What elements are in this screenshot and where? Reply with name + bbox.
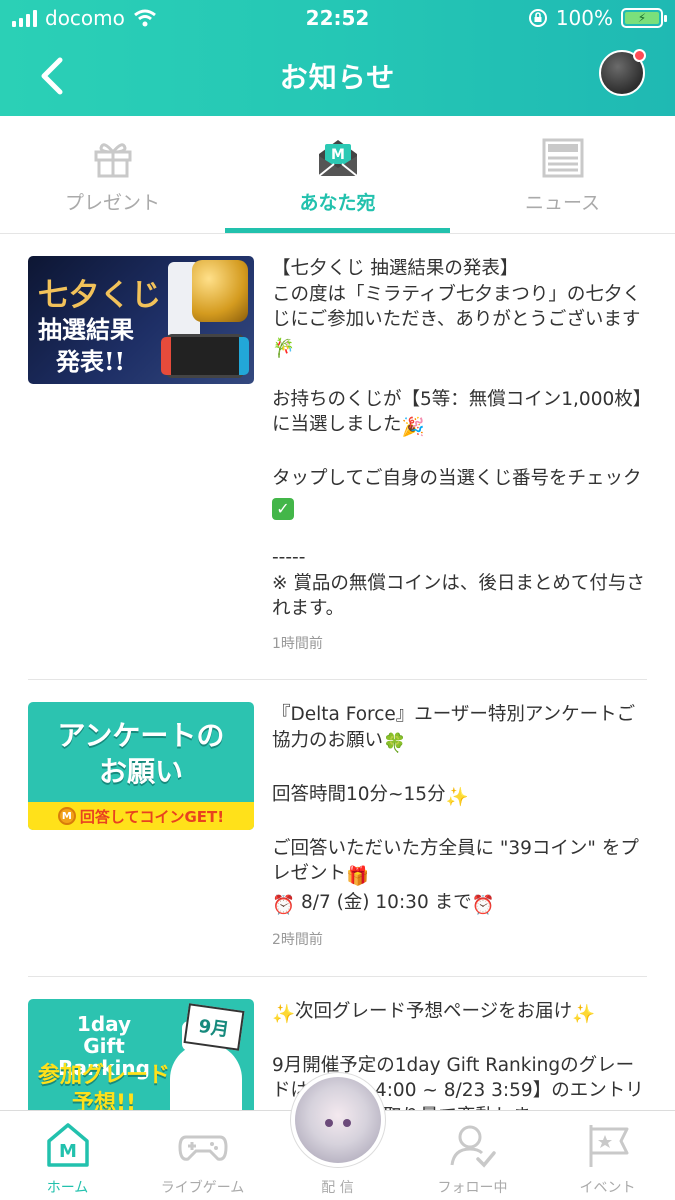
bottom-tab-following[interactable]: フォロー中 — [405, 1111, 540, 1200]
battery-percent: 100% — [555, 6, 613, 30]
banner-line2: 抽選結果 — [38, 315, 134, 344]
bottom-tab-label: 配 信 — [321, 1180, 354, 1196]
tab-news[interactable]: ニュース — [450, 116, 675, 233]
home-icon: M — [46, 1123, 89, 1167]
battery-icon: ⚡ — [621, 8, 667, 28]
body-text: ----- ※ 賞品の無償コインは、後日まとめて付与されます。 — [272, 547, 645, 619]
bottom-tab-live-game[interactable]: ライブゲーム — [135, 1111, 270, 1200]
alarm-clock-icon: ⏰ — [272, 894, 296, 916]
svg-text:M: M — [59, 1141, 77, 1162]
svg-text:M: M — [331, 147, 345, 163]
game-console-graphic — [161, 334, 249, 378]
tab-label: あなた宛 — [299, 192, 376, 214]
page-title: お知らせ — [279, 61, 396, 94]
bottom-tab-label: イベント — [579, 1180, 636, 1196]
body-text: 回答時間10分~15分 — [272, 783, 446, 805]
follow-icon — [450, 1125, 496, 1168]
notification-body: 【七夕くじ 抽選結果の発表】 この度は「ミラティブ七夕まつり」の七夕くじにご参加… — [272, 234, 647, 679]
body-text: お持ちのくじが【5等：無償コイン1,000枚】に当選しました — [272, 388, 642, 436]
tanabata-icon: 🎋 — [272, 337, 296, 359]
gift-icon — [94, 143, 131, 178]
bottom-tab-label: フォロー中 — [437, 1180, 508, 1196]
timestamp: 1時間前 — [272, 635, 323, 652]
flag-icon — [589, 1125, 628, 1167]
party-popper-icon: 🎉 — [401, 417, 425, 438]
notice-tabs: プレゼント M あなた宛 ニュース — [0, 116, 675, 234]
profile-avatar[interactable] — [599, 49, 646, 96]
notification-body: 『Delta Force』ユーザー特別アンケートご協力のお願い🍀 回答時間10分… — [272, 680, 647, 976]
tab-label: ニュース — [524, 192, 601, 214]
gamepad-icon — [177, 1135, 228, 1161]
bottom-tab-home[interactable]: M ホーム — [0, 1111, 135, 1200]
sparkles-icon: ✨ — [572, 1003, 596, 1025]
banner-line1: 七夕くじ — [38, 278, 162, 313]
band-text: 回答してコインGET! — [79, 807, 225, 826]
sparkles-icon: ✨ — [272, 1003, 296, 1025]
newspaper-icon — [542, 138, 583, 178]
banner-line3: 予想!! — [71, 1090, 137, 1111]
bottom-tab-event[interactable]: イベント — [540, 1111, 675, 1200]
bottom-tab-label: ホーム — [46, 1180, 89, 1196]
alarm-clock-icon: ⏰ — [471, 894, 495, 916]
tab-label: プレゼント — [64, 192, 160, 214]
notification-item[interactable]: アンケートの お願い M 回答してコインGET! 『Delta Force』ユーザ… — [28, 680, 647, 977]
tab-for-you[interactable]: M あなた宛 — [225, 116, 450, 233]
bunny-mascot — [170, 1020, 242, 1110]
survey-banner-image: アンケートの お願い M 回答してコインGET! — [28, 702, 254, 830]
tanabata-banner-image: 七夕くじ 抽選結果 発表!! — [28, 256, 254, 384]
mail-icon: M — [317, 140, 358, 177]
clover-icon: 🍀 — [383, 732, 407, 754]
banner-line1: アンケートの — [57, 719, 225, 752]
month-sign: 9月 — [183, 1002, 245, 1051]
banner-band: M 回答してコインGET! — [28, 802, 254, 830]
notification-item[interactable]: 七夕くじ 抽選結果 発表!! 【七夕くじ 抽選結果の発表】 この度は「ミラティブ… — [28, 234, 647, 680]
orientation-lock-icon — [528, 9, 547, 27]
notification-list: 七夕くじ 抽選結果 発表!! 【七夕くじ 抽選結果の発表】 この度は「ミラティブ… — [0, 234, 675, 1110]
gift-icon: 🎁 — [346, 866, 370, 887]
coins-graphic — [192, 260, 248, 322]
banner-line3: 発表!! — [56, 347, 126, 376]
banner-line2: お願い — [98, 755, 183, 788]
body-text: 次回グレード予想ページをお届け — [295, 1000, 573, 1022]
status-right: 100% ⚡ — [528, 6, 667, 30]
body-text: 8/7 (金) 10:30 まで — [300, 891, 472, 913]
status-bar: docomo 22:52 100% ⚡ — [0, 0, 675, 38]
bottom-tab-label: ライブゲーム — [160, 1180, 245, 1196]
body-text: 【七夕くじ 抽選結果の発表】 この度は「ミラティブ七夕まつり」の七夕くじにご参加… — [272, 258, 641, 330]
body-text: 『Delta Force』ユーザー特別アンケートご協力のお願い — [272, 704, 636, 751]
body-text: タップしてご自身の当選くじ番号をチェック — [272, 468, 642, 489]
tab-present[interactable]: プレゼント — [0, 116, 225, 233]
stream-avatar — [295, 1077, 381, 1163]
notification-dot — [633, 49, 646, 62]
check-mark-icon: ✓ — [272, 497, 294, 520]
stream-button[interactable] — [290, 1072, 386, 1168]
nav-bar: お知らせ — [0, 38, 675, 116]
app-header: docomo 22:52 100% ⚡ お知らせ — [0, 0, 675, 116]
gift-ranking-banner-image: 1day Gift Ranking 参加グレード 予想!! 9月 — [28, 998, 254, 1111]
coin-icon: M — [57, 807, 76, 825]
timestamp: 2時間前 — [272, 932, 323, 948]
body-text: ご回答いただいた方全員に "39コイン" をプレゼント — [272, 837, 639, 885]
sparkles-icon: ✨ — [445, 786, 469, 808]
